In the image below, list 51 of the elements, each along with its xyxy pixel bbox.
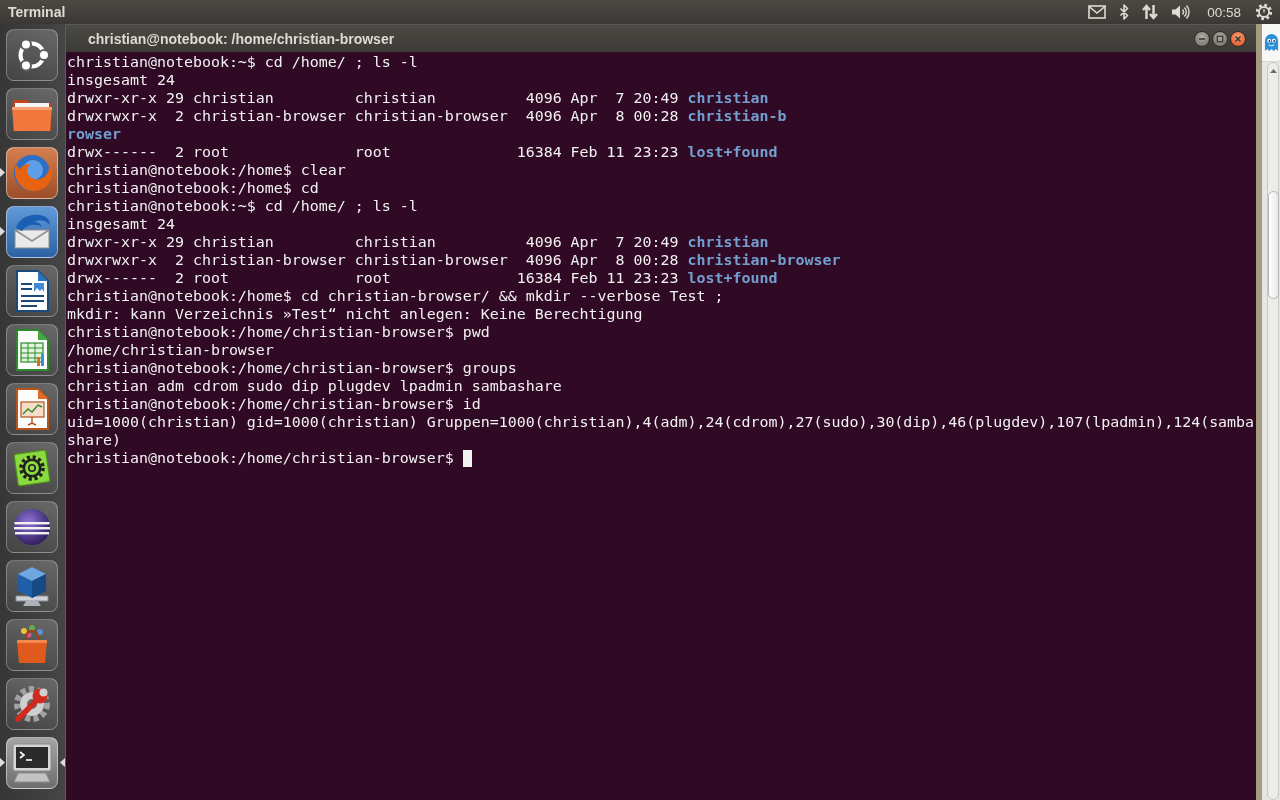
envelope-icon[interactable] <box>1088 5 1107 19</box>
terminal-line: drwxr-xr-x 29 christian christian 4096 Apr 7 20:49 christian <box>67 89 769 107</box>
maximize-button[interactable] <box>1212 30 1228 47</box>
terminal-line: christian@notebook:/home$ cd <box>67 179 319 197</box>
window-title: christian@notebook: /home/christian-browser <box>88 30 395 47</box>
terminal-line: christian@notebook:/home/christian-browser$ groups <box>67 359 517 377</box>
scrollbar-thumb[interactable] <box>1267 191 1279 299</box>
close-icon <box>1234 34 1242 43</box>
up-down-arrows-icon[interactable] <box>1142 4 1159 20</box>
launcher-item[interactable] <box>6 560 58 612</box>
launcher-item[interactable] <box>6 206 58 258</box>
app-title: Terminal <box>8 4 66 20</box>
terminal-line: mkdir: kann Verzeichnis »Test“ nicht anlegen: Keine Berechtigung <box>67 305 643 323</box>
launcher-item[interactable] <box>6 265 58 317</box>
launcher-item[interactable] <box>6 442 58 494</box>
terminal-icon <box>10 741 54 785</box>
launcher-item[interactable] <box>6 29 58 81</box>
terminal-line: /home/christian-browser <box>67 341 274 359</box>
terminal-line: christian@notebook:~$ cd /home/ ; ls -l <box>67 53 418 71</box>
terminal-line: drwxrwxr-x 2 christian-browser christian-browser 4096 Apr 8 00:28 christian-browser <box>67 251 841 269</box>
clock[interactable]: 00:58 <box>1203 4 1242 20</box>
terminal-line: share) <box>67 431 121 449</box>
maximize-icon <box>1216 34 1224 43</box>
launcher-item[interactable] <box>6 88 58 140</box>
terminal-line: insgesamt 24 <box>67 71 175 89</box>
launcher-item[interactable] <box>6 678 58 730</box>
terminal-line: christian@notebook:/home/christian-browser$ id <box>67 395 481 413</box>
terminal-line: christian@notebook:~$ cd /home/ ; ls -l <box>67 197 418 215</box>
launcher-item[interactable] <box>6 383 58 435</box>
terminal-line: insgesamt 24 <box>67 215 175 233</box>
gear-icon[interactable] <box>1255 3 1273 21</box>
terminal-line: christian@notebook:/home/christian-browser$ pwd <box>67 323 490 341</box>
launcher-item[interactable] <box>6 324 58 376</box>
minimize-button[interactable] <box>1194 30 1210 47</box>
terminal-line: drwxrwxr-x 2 christian-browser christian-browser 4096 Apr 8 00:28 christian-b <box>67 107 787 125</box>
terminal-line: drwx------ 2 root root 16384 Feb 11 23:23 lost+found <box>67 143 778 161</box>
terminal-line: rowser <box>67 125 121 143</box>
launcher-item[interactable] <box>6 501 58 553</box>
terminal-line: christian adm cdrom sudo dip plugdev lpadmin sambashare <box>67 377 562 395</box>
speaker-icon[interactable] <box>1171 4 1191 20</box>
terminal-line: drwx------ 2 root root 16384 Feb 11 23:23 lost+found <box>67 269 778 287</box>
terminal-line: christian@notebook:/home$ cd christian-browser/ && mkdir --verbose Test ; <box>67 287 724 305</box>
terminal-line: uid=1000(christian) gid=1000(christian) Gruppen=1000(christian),4(adm),24(cdrom),27(sudo),30(dip),46(plugdev),107(lpadmin),124(samba <box>67 413 1255 431</box>
launcher-item[interactable] <box>6 737 58 789</box>
close-button[interactable] <box>1230 30 1246 47</box>
up-arrow-icon[interactable] <box>1269 69 1277 73</box>
terminal-line: christian@notebook:/home/christian-browser$ <box>67 449 455 467</box>
bluetooth-icon[interactable] <box>1119 4 1130 20</box>
terminal-line: drwxr-xr-x 29 christian christian 4096 Apr 7 20:49 christian <box>67 233 769 251</box>
terminal-line: christian@notebook:/home$ clear <box>67 161 346 179</box>
scrollbar[interactable] <box>1267 62 1279 800</box>
